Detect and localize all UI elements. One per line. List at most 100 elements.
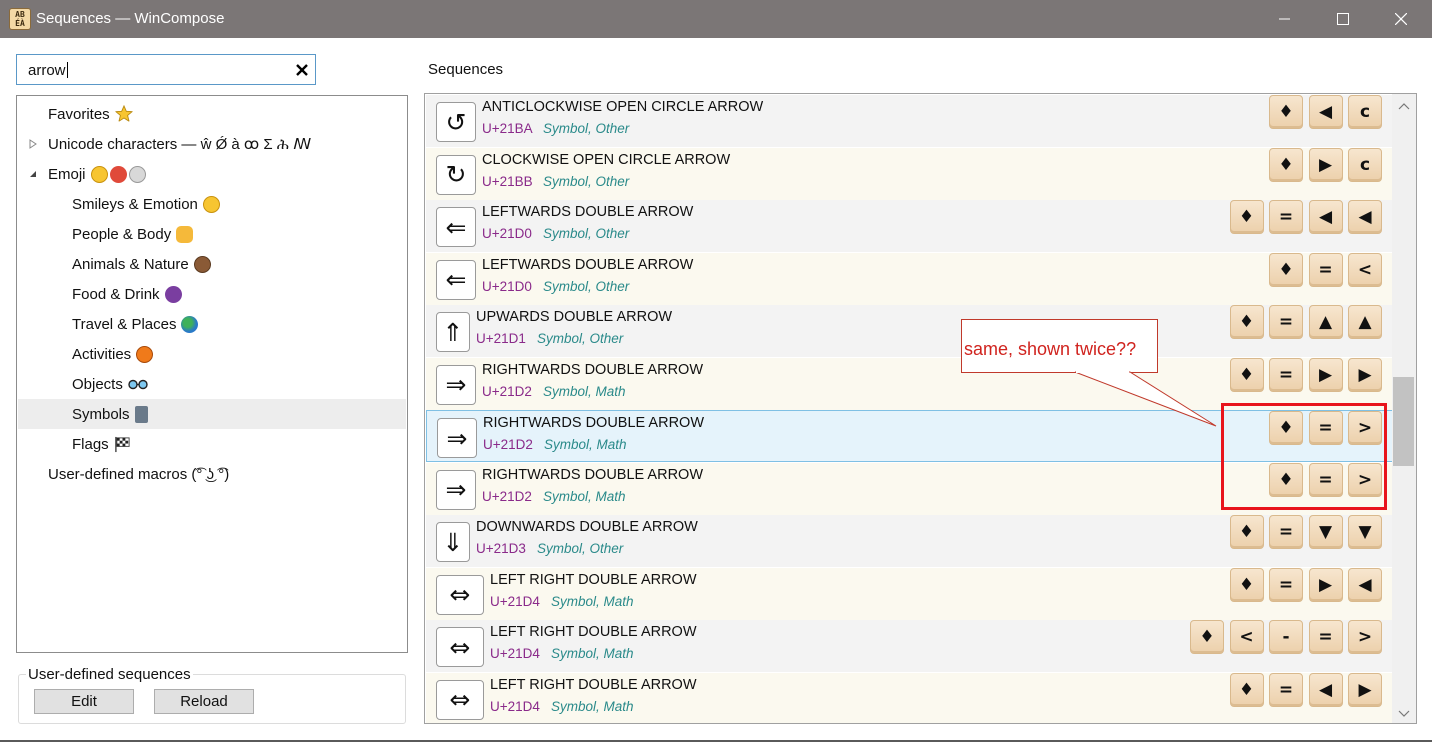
- window-title: Sequences — WinCompose: [36, 10, 225, 27]
- tree-item-label: Flags: [72, 435, 109, 453]
- sequence-name: LEFTWARDS DOUBLE ARROW: [482, 204, 694, 220]
- key-cap: ▶: [1308, 147, 1343, 182]
- key-cap: =: [1269, 672, 1303, 707]
- sequence-row[interactable]: ⇓ DOWNWARDS DOUBLE ARROW U+21D3 Symbol, Oth…: [426, 515, 1394, 567]
- key-cap: ▶: [1348, 672, 1382, 707]
- sequence-category: Symbol, Other: [537, 331, 624, 346]
- collapse-icon[interactable]: [28, 169, 38, 179]
- sequence-row[interactable]: ⇒ RIGHTWARDS DOUBLE ARROW U+21D2 Symbol, Ma…: [426, 357, 1394, 410]
- phone-icon: [134, 405, 148, 423]
- sequence-name: ANTICLOCKWISE OPEN CIRCLE ARROW: [482, 99, 764, 115]
- close-icon: [1395, 13, 1407, 25]
- tree-item-label: Objects: [72, 375, 123, 393]
- expand-icon[interactable]: [28, 139, 38, 149]
- text-caret: [66, 62, 68, 78]
- sequence-glyph: ⇔: [436, 574, 484, 615]
- close-button[interactable]: [1372, 0, 1430, 38]
- sequence-codepoint: U+21D1: [476, 331, 526, 346]
- sequence-name: RIGHTWARDS DOUBLE ARROW: [482, 466, 704, 483]
- jack-o-lantern-icon: [136, 345, 154, 363]
- sequence-category: Symbol, Math: [551, 646, 634, 661]
- tree-item-food[interactable]: Food & Drink: [18, 279, 406, 309]
- sequence-row[interactable]: ↺ ANTICLOCKWISE OPEN CIRCLE ARROW U+21BA Sy…: [426, 95, 1394, 147]
- sequence-codepoint: U+21D0: [482, 226, 532, 241]
- search-input[interactable]: arrow: [16, 54, 316, 85]
- sequence-category: Symbol, Other: [543, 173, 630, 189]
- sequence-glyph: ⇑: [436, 312, 470, 352]
- tree-item-label: Favorites: [48, 105, 110, 123]
- key-cap: ♦: [1229, 515, 1264, 549]
- tree-item-user-macros[interactable]: User-defined macros (͡° ͜ʖ ͡°): [18, 459, 406, 489]
- key-cap: =: [1269, 305, 1303, 339]
- tree-item-flags[interactable]: Flags: [18, 429, 406, 459]
- edit-button[interactable]: Edit: [34, 689, 134, 714]
- key-cap: c: [1348, 95, 1382, 129]
- tree-item-unicode[interactable]: Unicode characters — ŵ Ǿ à ꝏ Σ ሕ ꟿ: [18, 129, 406, 159]
- tree-item-objects[interactable]: Objects: [18, 369, 406, 399]
- sequence-codepoint: U+21D4: [490, 646, 540, 661]
- key-cap: ▼: [1348, 515, 1382, 549]
- key-cap: ▶: [1308, 357, 1343, 392]
- tree-item-label: People & Body: [72, 225, 172, 243]
- key-cap: ♦: [1269, 147, 1303, 182]
- key-cap: ▲: [1348, 305, 1382, 339]
- tree-item-smileys[interactable]: Smileys & Emotion: [18, 189, 406, 219]
- sequence-row[interactable]: ⇔ LEFT RIGHT DOUBLE ARROW U+21D4 Symbol, Ma…: [426, 567, 1394, 620]
- maximize-button[interactable]: [1314, 0, 1372, 38]
- scrollbar-thumb[interactable]: [1393, 377, 1414, 466]
- smiley-icon: [90, 165, 108, 183]
- sequence-name: DOWNWARDS DOUBLE ARROW: [476, 519, 698, 535]
- sequence-name: LEFT RIGHT DOUBLE ARROW: [490, 571, 697, 588]
- tree-item-emoji[interactable]: Emoji: [18, 159, 406, 189]
- sequence-name: UPWARDS DOUBLE ARROW: [476, 309, 673, 325]
- close-icon: [296, 64, 308, 76]
- sequence-row[interactable]: ⇑ UPWARDS DOUBLE ARROW U+21D1 Symbol, Other…: [426, 305, 1394, 357]
- koala-icon: [128, 165, 146, 183]
- tree-item-travel[interactable]: Travel & Places: [18, 309, 406, 339]
- sequence-row[interactable]: ⇔ LEFT RIGHT DOUBLE ARROW U+21D4 Symbol, Ma…: [426, 620, 1394, 672]
- tree-item-symbols[interactable]: Symbols: [18, 399, 406, 429]
- clear-search-button[interactable]: [293, 61, 311, 79]
- sequence-name: CLOCKWISE OPEN CIRCLE ARROW: [482, 151, 731, 168]
- key-cap: =: [1269, 567, 1303, 602]
- minimize-button[interactable]: [1256, 0, 1314, 38]
- tree-item-animals[interactable]: Animals & Nature: [18, 249, 406, 279]
- key-cap: ♦: [1190, 620, 1224, 654]
- sequence-row[interactable]: ↻ CLOCKWISE OPEN CIRCLE ARROW U+21BB Symbol…: [426, 147, 1394, 200]
- sequence-codepoint: U+21BB: [482, 173, 533, 189]
- neutral-face-icon: [202, 195, 220, 213]
- scroll-down-icon[interactable]: [1396, 708, 1412, 720]
- scroll-up-icon[interactable]: [1396, 100, 1412, 112]
- sequence-glyph: ↺: [436, 102, 476, 142]
- key-cap: ♦: [1229, 567, 1264, 602]
- tree-item-label: Food & Drink: [72, 285, 160, 303]
- search-text: arrow: [28, 62, 66, 79]
- tree-item-activities[interactable]: Activities: [18, 339, 406, 369]
- key-cap: =: [1308, 252, 1343, 287]
- checkered-flag-icon: [114, 436, 130, 452]
- key-cap: c: [1348, 147, 1382, 182]
- sequence-codepoint: U+21D2: [482, 383, 532, 399]
- sequence-category: Symbol, Math: [544, 437, 627, 452]
- tree-item-label: Symbols: [72, 405, 130, 423]
- sequence-name: LEFT RIGHT DOUBLE ARROW: [490, 624, 697, 640]
- key-cap: <: [1348, 252, 1382, 287]
- tree-item-label: Smileys & Emotion: [72, 195, 198, 213]
- reload-button[interactable]: Reload: [154, 689, 254, 714]
- sequence-codepoint: U+21D3: [476, 541, 526, 556]
- tree-item-people[interactable]: People & Body: [18, 219, 406, 249]
- sequence-row[interactable]: ⇐ LEFTWARDS DOUBLE ARROW U+21D0 Symbol, Oth…: [426, 252, 1394, 305]
- sequence-name: LEFT RIGHT DOUBLE ARROW: [490, 676, 697, 693]
- sequence-category: Symbol, Math: [551, 698, 634, 714]
- sequence-row[interactable]: ⇔ LEFT RIGHT DOUBLE ARROW U+21D4 Symbol, Ma…: [426, 672, 1394, 723]
- key-cap: -: [1269, 620, 1303, 654]
- title-bar: AB ÉÀ Sequences — WinCompose: [0, 0, 1432, 38]
- key-cap: ♦: [1269, 252, 1303, 287]
- sequence-row[interactable]: ⇐ LEFTWARDS DOUBLE ARROW U+21D0 Symbol, Oth…: [426, 200, 1394, 252]
- sequence-glyph: ⇐: [436, 259, 476, 300]
- key-cap: >: [1348, 620, 1382, 654]
- app-icon[interactable]: AB ÉÀ: [9, 8, 31, 30]
- tree-item-favorites[interactable]: Favorites: [18, 99, 406, 129]
- mushroom-icon: [109, 165, 127, 183]
- key-cap: =: [1308, 620, 1343, 654]
